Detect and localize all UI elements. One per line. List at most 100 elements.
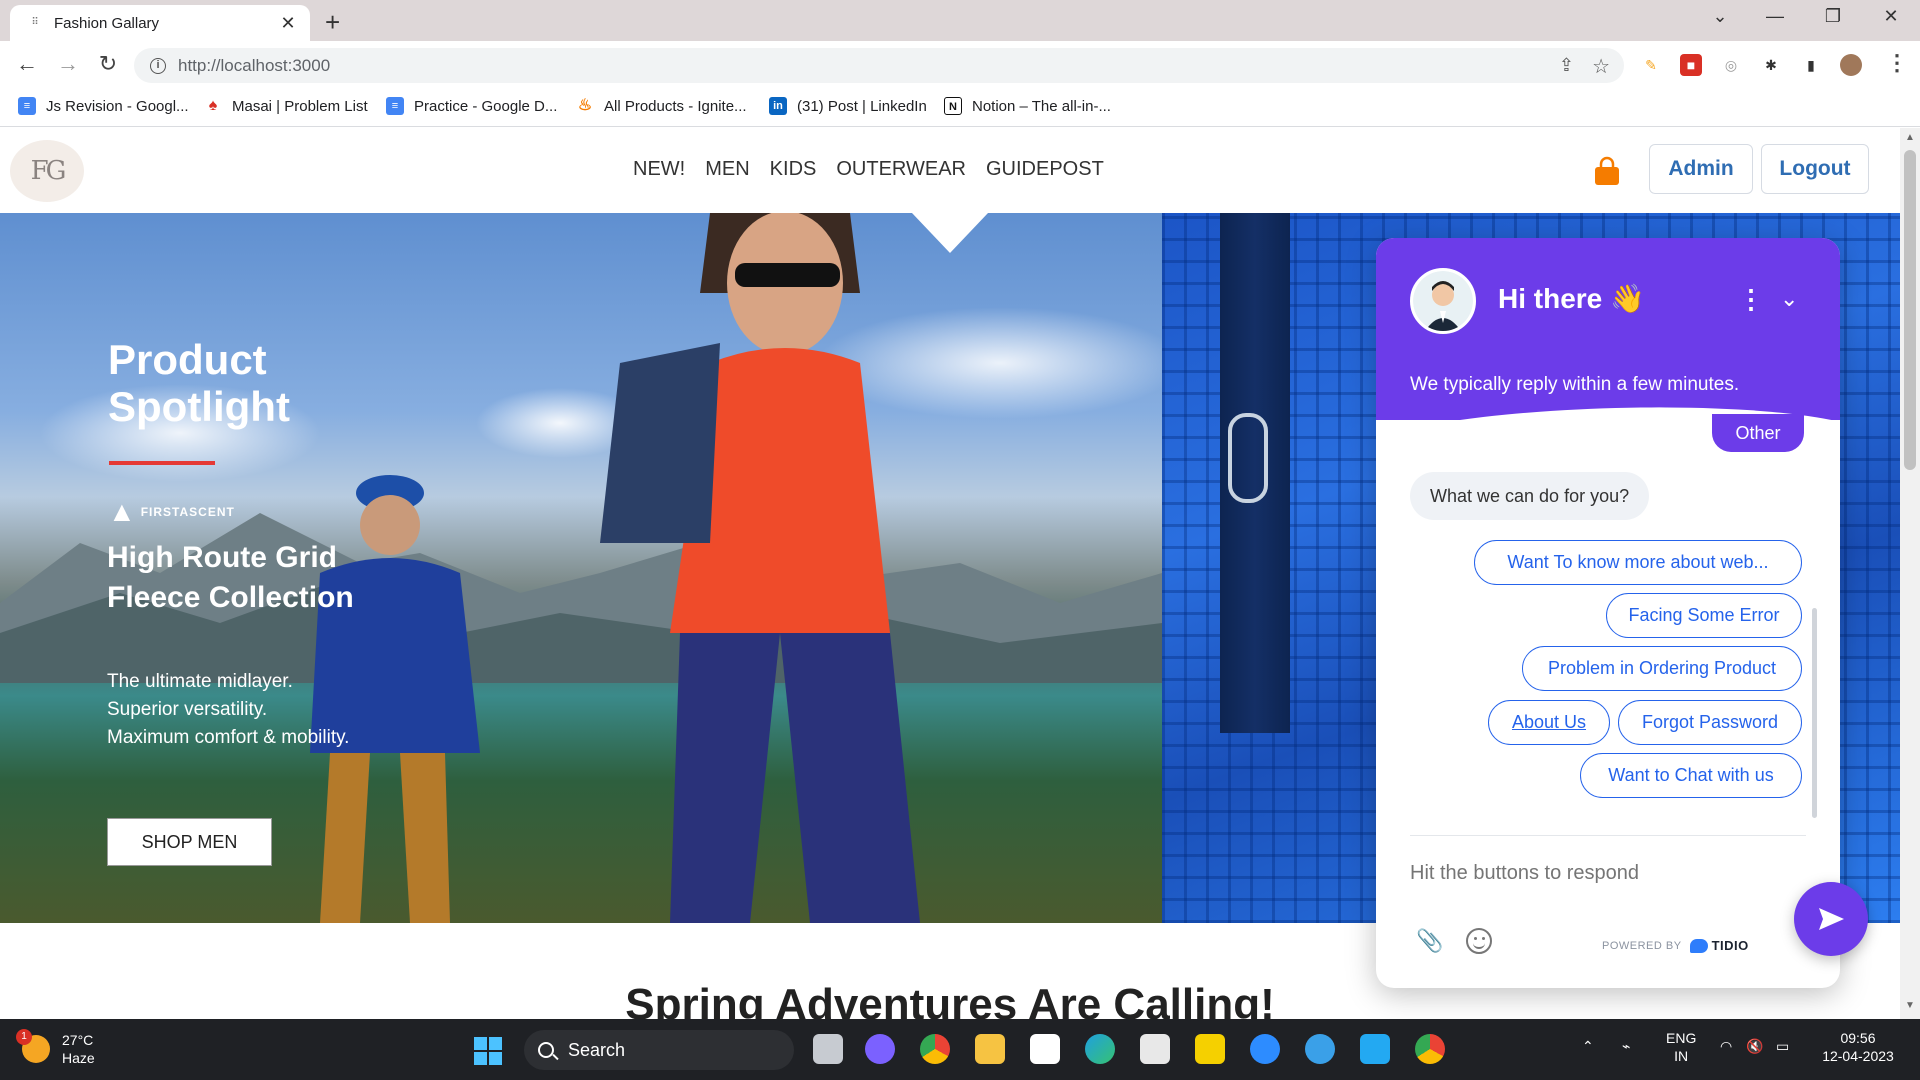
brand-logo: ▲ FIRSTASCENT <box>108 498 235 526</box>
url-text[interactable]: http://localhost:3000 <box>178 56 330 76</box>
quick-reply-ordering-problem[interactable]: Problem in Ordering Product <box>1522 646 1802 691</box>
browser-tab[interactable]: ⠿ Fashion Gallary ✕ <box>10 5 310 41</box>
green-app-icon[interactable] <box>1030 1034 1060 1064</box>
wifi-icon[interactable]: ◠ <box>1720 1037 1732 1055</box>
speaker-muted-icon[interactable]: 🔇 <box>1746 1037 1763 1055</box>
chat-message-input[interactable] <box>1410 850 1740 896</box>
chat-options-icon[interactable]: ⋮ <box>1738 284 1764 315</box>
chrome-icon[interactable] <box>920 1034 950 1064</box>
teams-chat-icon[interactable] <box>865 1034 895 1064</box>
region-code: IN <box>1674 1048 1689 1064</box>
masai-icon: ♠ <box>208 97 218 114</box>
tab-favicon-icon: ⠿ <box>31 17 39 28</box>
scroll-up-arrow-icon[interactable]: ▲ <box>1900 132 1920 143</box>
quick-reply-about-us[interactable]: About Us <box>1488 700 1610 745</box>
admin-button[interactable]: Admin <box>1649 144 1753 194</box>
language-indicator[interactable]: ENG IN <box>1666 1029 1696 1065</box>
chat-greeting: Hi there 👋 <box>1498 283 1645 314</box>
clock[interactable]: 09:56 12-04-2023 <box>1818 1029 1898 1065</box>
windows-taskbar: 1 27°C Haze Search ⌃ ⌁ ENG IN ◠ 🔇 ▭ 09:5… <box>0 1019 1920 1080</box>
hero-notch <box>912 213 988 253</box>
quick-reply-forgot-password[interactable]: Forgot Password <box>1618 700 1802 745</box>
site-logo[interactable]: FG <box>10 140 84 202</box>
bookmark-label: Notion – The all-in-... <box>972 97 1111 115</box>
logout-button[interactable]: Logout <box>1761 144 1869 194</box>
zoom-icon[interactable] <box>1250 1034 1280 1064</box>
site-info-icon[interactable]: i <box>150 57 166 74</box>
chat-send-button[interactable] <box>1794 882 1868 956</box>
window-close-icon[interactable]: ✕ <box>1876 6 1906 27</box>
task-view-icon[interactable] <box>813 1034 843 1064</box>
hiker-woman-graphic <box>600 213 920 923</box>
nav-men[interactable]: MEN <box>705 158 749 181</box>
weather-description: Haze <box>62 1050 95 1066</box>
tagline-line: Maximum comfort & mobility. <box>107 727 350 748</box>
shopping-bag-icon[interactable] <box>1592 156 1622 186</box>
bookmark-item[interactable]: ≡ Practice - Google D... <box>386 97 557 115</box>
bookmark-star-icon[interactable]: ☆ <box>1592 54 1610 79</box>
new-tab-icon[interactable]: + <box>325 7 340 38</box>
extension-red-icon[interactable]: ■ <box>1680 54 1702 76</box>
weather-widget[interactable]: 1 27°C Haze <box>16 1029 95 1067</box>
pencil-extension-icon[interactable]: ✎ <box>1640 54 1662 76</box>
taskbar-search[interactable]: Search <box>524 1030 794 1070</box>
quick-reply-facing-error[interactable]: Facing Some Error <box>1606 593 1802 638</box>
extensions-puzzle-icon[interactable]: ✱ <box>1760 54 1782 76</box>
bookmark-item[interactable]: ≡ Js Revision - Googl... <box>18 97 189 115</box>
quick-reply-chat-with-us[interactable]: Want to Chat with us <box>1580 753 1802 798</box>
share-icon[interactable]: ⇪ <box>1559 55 1574 76</box>
p-app-icon[interactable] <box>1195 1034 1225 1064</box>
bookmark-label: All Products - Ignite... <box>604 97 747 115</box>
bookmark-item[interactable]: in (31) Post | LinkedIn <box>769 97 927 115</box>
zipper-pull-graphic <box>1228 413 1268 503</box>
edge-icon[interactable] <box>1085 1034 1115 1064</box>
bookmarks-bar: ≡ Js Revision - Googl... ♠ Masai | Probl… <box>0 89 1920 127</box>
forward-arrow-icon[interactable]: → <box>54 51 82 77</box>
powered-by-footer[interactable]: POWERED BY TIDIO <box>1602 938 1749 953</box>
file-explorer-icon[interactable] <box>975 1034 1005 1064</box>
nav-outerwear[interactable]: OUTERWEAR <box>836 158 966 181</box>
chat-scrollbar[interactable] <box>1812 608 1817 818</box>
extension-circle-icon[interactable]: ◎ <box>1720 54 1742 76</box>
windows-start-icon[interactable] <box>474 1037 502 1065</box>
shop-men-button[interactable]: SHOP MEN <box>107 818 272 866</box>
side-panel-icon[interactable]: ▮ <box>1800 54 1822 76</box>
nav-new[interactable]: NEW! <box>633 158 685 181</box>
bookmark-item[interactable]: ♠ Masai | Problem List <box>204 97 368 115</box>
tab-close-icon[interactable]: ✕ <box>278 13 298 34</box>
browser-menu-icon[interactable]: ⋮ <box>1886 50 1908 76</box>
nav-kids[interactable]: KIDS <box>770 158 817 181</box>
bot-message-bubble: What we can do for you? <box>1410 472 1650 520</box>
bookmark-item[interactable]: N Notion – The all-in-... <box>944 97 1111 115</box>
emoji-icon[interactable] <box>1466 928 1492 954</box>
hero-tagline: The ultimate midlayer. Superior versatil… <box>107 668 427 752</box>
clock-time: 09:56 <box>1840 1030 1876 1046</box>
tray-overflow-chevron-icon[interactable]: ⌃ <box>1582 1037 1594 1055</box>
site-header: FG NEW! MEN KIDS OUTERWEAR GUIDEPOST Adm… <box>0 128 1900 213</box>
scrollbar-thumb[interactable] <box>1904 150 1916 470</box>
bookmark-item[interactable]: ♨ All Products - Ignite... <box>576 97 747 115</box>
accent-divider <box>109 461 215 465</box>
chrome-active-icon[interactable] <box>1415 1034 1445 1064</box>
profile-avatar-icon[interactable] <box>1840 54 1862 76</box>
tab-search-chevron-icon[interactable]: ⌄ <box>1705 6 1735 27</box>
network-off-icon[interactable]: ⌁ <box>1622 1037 1630 1055</box>
omnibox[interactable]: i http://localhost:3000 ⇪ ☆ <box>134 48 1624 83</box>
back-arrow-icon[interactable]: ← <box>13 51 41 77</box>
help-icon[interactable] <box>1305 1034 1335 1064</box>
quick-reply-web-info[interactable]: Want To know more about web... <box>1474 540 1802 585</box>
battery-icon[interactable]: ▭ <box>1776 1037 1789 1055</box>
maximize-icon[interactable]: ❐ <box>1818 6 1848 27</box>
reload-icon[interactable]: ↻ <box>94 51 122 77</box>
minimize-icon[interactable]: — <box>1760 6 1790 27</box>
search-icon <box>538 1042 554 1058</box>
chat-minimize-chevron-icon[interactable]: ⌄ <box>1780 286 1798 312</box>
tab-title: Fashion Gallary <box>54 14 160 32</box>
microsoft-store-icon[interactable] <box>1140 1034 1170 1064</box>
brand-name: FIRSTASCENT <box>140 505 235 519</box>
page-scrollbar[interactable]: ▲ ▼ <box>1900 128 1920 1019</box>
vscode-icon[interactable] <box>1360 1034 1390 1064</box>
scroll-down-arrow-icon[interactable]: ▼ <box>1900 1000 1920 1011</box>
paperclip-attach-icon[interactable]: 📎 <box>1416 928 1443 954</box>
nav-guidepost[interactable]: GUIDEPOST <box>986 158 1104 181</box>
